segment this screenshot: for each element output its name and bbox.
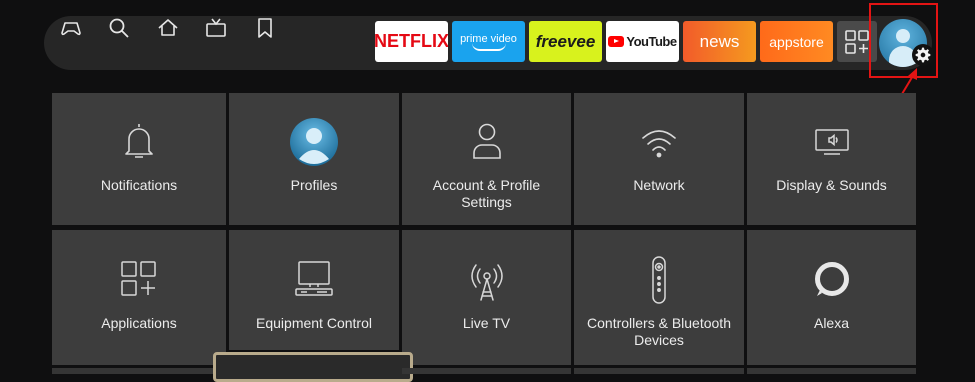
live-tv-icon[interactable] [203,15,229,41]
tile-notifications[interactable]: Notifications [52,93,226,225]
tile-row3-partial[interactable] [574,368,744,374]
tile-equipment-control[interactable]: Equipment Control [229,230,399,350]
youtube-app-tile[interactable]: YouTube [606,21,679,62]
gamepad-icon[interactable] [58,15,84,41]
equipment-icon [229,260,399,298]
tile-label: Live TV [462,315,511,331]
tile-applications[interactable]: Applications [52,230,226,365]
home-icon[interactable] [155,15,181,41]
tile-label: Controllers & Bluetooth Devices [587,315,731,348]
display-sound-icon [747,121,916,161]
tile-label: Account & Profile Settings [432,177,541,210]
tile-account-profile-settings[interactable]: Account & Profile Settings [402,93,571,225]
tile-profiles[interactable]: Profiles [229,93,399,225]
freevee-logo: freevee [535,31,596,51]
tile-label: Profiles [290,177,338,193]
appstore-logo: appstore [769,33,824,50]
person-icon [402,121,571,161]
search-icon[interactable] [106,15,132,41]
antenna-icon [402,260,571,302]
tile-row3-partial[interactable] [52,368,226,374]
alexa-icon [747,260,916,298]
remote-icon [574,256,744,304]
tile-label: Applications [101,315,177,331]
tile-label: Equipment Control [256,315,372,331]
tile-display-sounds[interactable]: Display & Sounds [747,93,916,225]
tile-network[interactable]: Network [574,93,744,225]
prime-smile-icon [471,43,506,51]
netflix-app-tile[interactable]: NETFLIX [375,21,448,62]
netflix-logo: NETFLIX [375,31,448,51]
prime-video-app-tile[interactable]: prime video [452,21,525,62]
news-app-tile[interactable]: news [683,21,756,62]
tile-controllers-bluetooth[interactable]: Controllers & Bluetooth Devices [574,230,744,365]
tile-row3-partial[interactable] [747,368,916,374]
news-logo: news [699,31,740,51]
tile-label: Alexa [813,315,850,331]
freevee-app-tile[interactable]: freevee [529,21,602,62]
tile-alexa[interactable]: Alexa [747,230,916,365]
wifi-icon [574,121,744,161]
profile-avatar-icon [229,117,399,167]
tile-live-tv[interactable]: Live TV [402,230,571,365]
youtube-play-icon [608,36,625,47]
appstore-app-tile[interactable]: appstore [760,21,833,62]
youtube-logo: YouTube [626,34,677,49]
apps-grid-icon [845,29,869,54]
tile-row3-partial[interactable] [402,368,571,374]
tile-label: Notifications [100,177,178,193]
tile-label: Display & Sounds [776,177,887,193]
focused-tile-row3[interactable] [213,352,413,382]
apps-grid-icon [52,260,226,298]
bell-icon [52,121,226,161]
bookmark-icon[interactable] [252,15,278,41]
tile-label: Network [633,177,685,193]
